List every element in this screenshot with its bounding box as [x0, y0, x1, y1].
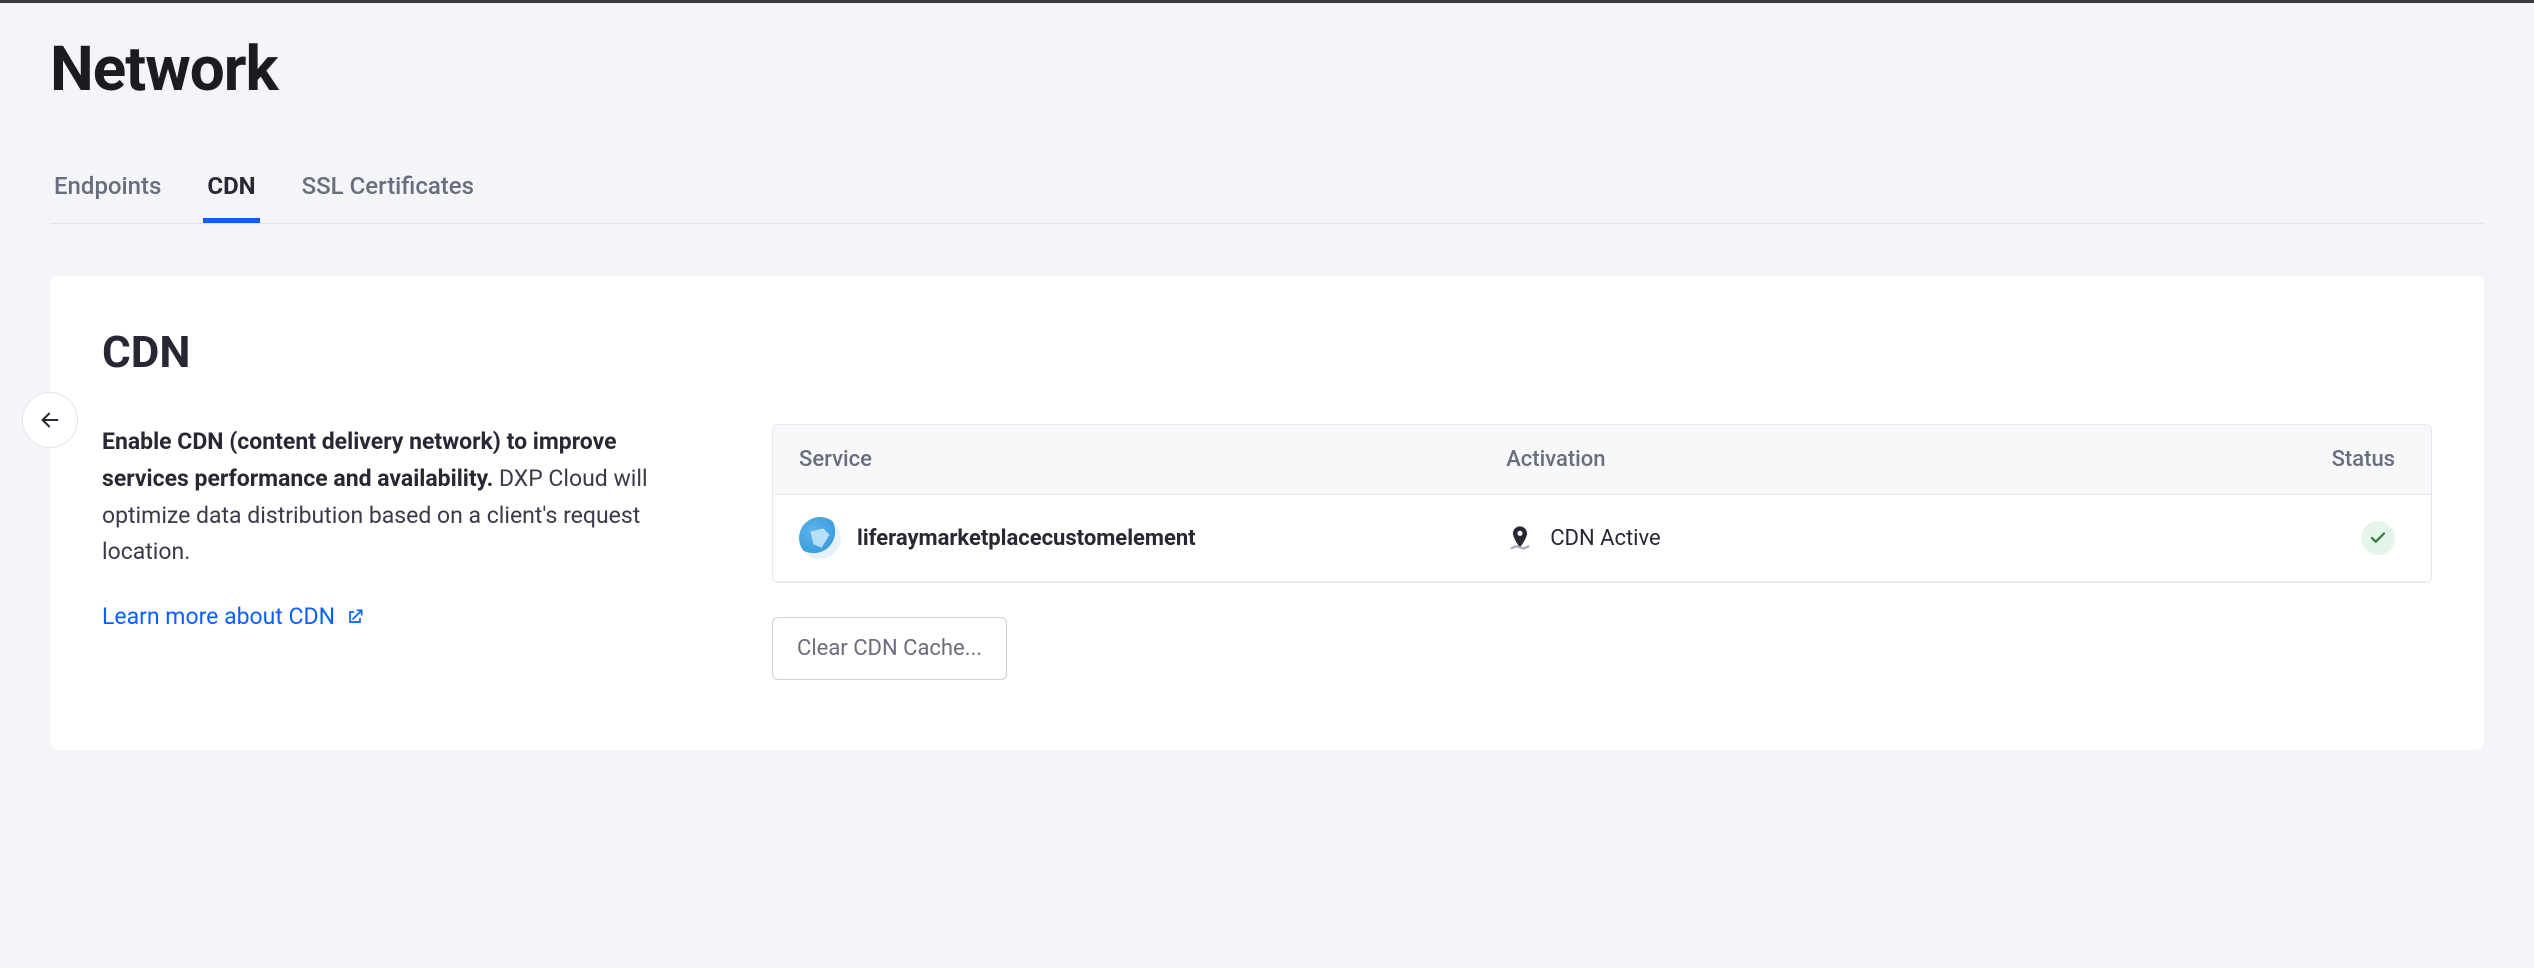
page-title: Network — [50, 33, 2484, 106]
back-button[interactable] — [22, 392, 78, 448]
status-badge — [2361, 521, 2395, 555]
tab-cdn[interactable]: CDN — [203, 158, 259, 223]
table-row: liferaymarketplacecustomelement CDN Acti… — [773, 495, 2431, 582]
th-status: Status — [2281, 425, 2431, 494]
tab-endpoints[interactable]: Endpoints — [50, 158, 165, 223]
external-link-icon — [345, 607, 365, 627]
tab-ssl-certificates[interactable]: SSL Certificates — [298, 158, 478, 223]
clear-cdn-cache-button[interactable]: Clear CDN Cache... — [772, 617, 1007, 680]
activation-text: CDN Active — [1550, 526, 1661, 551]
learn-more-link[interactable]: Learn more about CDN — [102, 603, 365, 630]
learn-more-label: Learn more about CDN — [102, 603, 335, 630]
cdn-table: Service Activation Status liferaymarketp… — [772, 424, 2432, 583]
service-icon — [799, 517, 841, 559]
card-title: CDN — [102, 326, 2432, 378]
cdn-description: Enable CDN (content delivery network) to… — [102, 424, 662, 571]
map-pin-icon — [1506, 524, 1534, 552]
check-icon — [2369, 529, 2387, 547]
arrow-left-icon — [39, 409, 61, 431]
tabs: Endpoints CDN SSL Certificates — [50, 158, 2484, 224]
th-activation: Activation — [1480, 425, 2281, 494]
service-name: liferaymarketplacecustomelement — [857, 526, 1196, 551]
th-service: Service — [773, 425, 1480, 494]
cdn-card: CDN Enable CDN (content delivery network… — [50, 276, 2484, 750]
table-header: Service Activation Status — [773, 425, 2431, 495]
